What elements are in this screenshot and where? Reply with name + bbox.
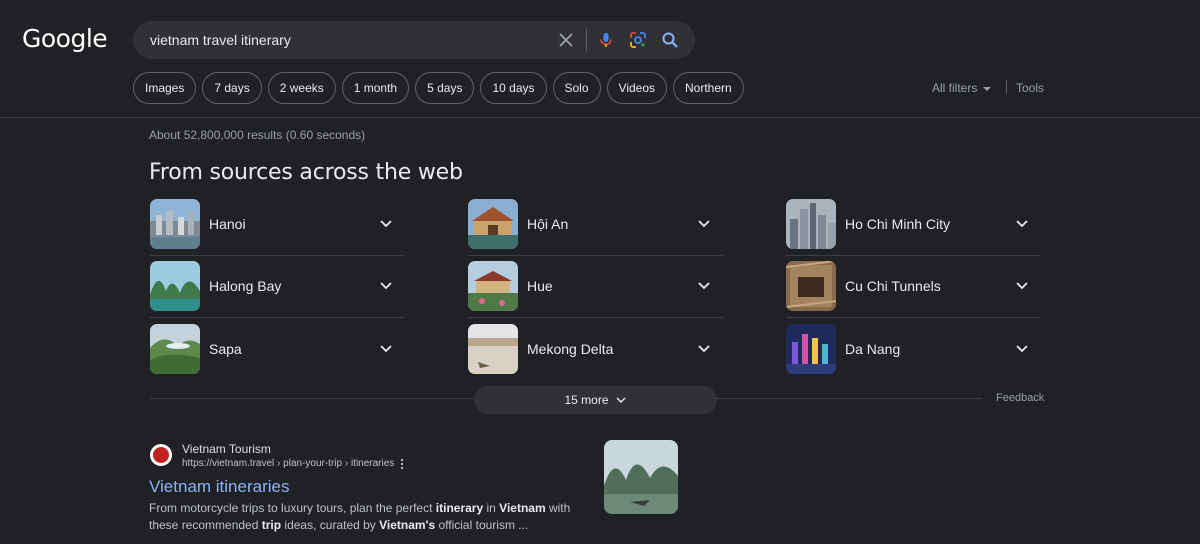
place-name: Cu Chi Tunnels — [845, 278, 941, 294]
place-item-hanoi[interactable]: Hanoi — [150, 199, 405, 257]
site-url[interactable]: https://vietnam.travel › plan-your-trip … — [182, 458, 394, 469]
tools-button[interactable]: Tools — [1016, 81, 1044, 95]
site-name[interactable]: Vietnam Tourism — [182, 442, 271, 456]
caret-down-icon — [983, 86, 992, 91]
chip-7-days[interactable]: 7 days — [202, 72, 262, 104]
row-divider — [150, 255, 405, 256]
chip-northern[interactable]: Northern — [673, 72, 744, 104]
place-item-cu-chi-tunnels[interactable]: Cu Chi Tunnels — [786, 261, 1041, 319]
place-name: Sapa — [209, 341, 242, 357]
place-thumbnail — [150, 261, 200, 311]
place-name: Hanoi — [209, 216, 246, 232]
search-divider — [586, 29, 587, 51]
place-item-hue[interactable]: Hue — [468, 261, 723, 319]
place-thumbnail — [468, 261, 518, 311]
chip-solo[interactable]: Solo — [552, 72, 601, 104]
chevron-down-icon[interactable] — [697, 216, 711, 230]
chevron-down-icon[interactable] — [697, 278, 711, 292]
chevron-down-icon[interactable] — [379, 216, 393, 230]
place-thumbnail — [150, 199, 200, 249]
show-more-label: 15 more — [564, 393, 609, 407]
place-thumbnail — [468, 324, 518, 374]
chevron-down-icon[interactable] — [379, 278, 393, 292]
place-thumbnail — [150, 324, 200, 374]
place-item-da-nang[interactable]: Da Nang — [786, 324, 1041, 382]
search-icon[interactable] — [661, 31, 679, 49]
chip-videos[interactable]: Videos — [606, 72, 668, 104]
show-more-button[interactable]: 15 more — [474, 386, 717, 414]
place-name: Da Nang — [845, 341, 901, 357]
row-divider — [468, 317, 723, 318]
chevron-down-icon — [615, 397, 626, 404]
place-name: Hội An — [527, 216, 569, 232]
chevron-down-icon[interactable] — [1015, 216, 1029, 230]
row-divider — [150, 317, 405, 318]
chevron-down-icon[interactable] — [1015, 341, 1029, 355]
tools-divider — [1006, 80, 1007, 94]
section-title: From sources across the web — [149, 160, 463, 185]
more-divider-right — [717, 398, 982, 399]
feedback-link[interactable]: Feedback — [996, 392, 1044, 404]
microphone-icon[interactable] — [597, 31, 615, 49]
place-item-halong-bay[interactable]: Halong Bay — [150, 261, 405, 319]
all-filters-label: All filters — [932, 81, 978, 95]
place-name: Halong Bay — [209, 278, 282, 294]
clear-icon[interactable] — [557, 31, 575, 49]
chip-2-weeks[interactable]: 2 weeks — [267, 72, 336, 104]
place-thumbnail — [786, 324, 836, 374]
place-thumbnail — [786, 199, 836, 249]
all-filters-button[interactable]: All filters — [932, 81, 992, 95]
result-stats: About 52,800,000 results (0.60 seconds) — [149, 128, 366, 142]
chip-10-days[interactable]: 10 days — [480, 72, 547, 104]
place-name: Ho Chi Minh City — [845, 216, 951, 232]
place-thumbnail — [468, 199, 518, 249]
place-name: Hue — [527, 278, 553, 294]
place-item-mekong-delta[interactable]: Mekong Delta — [468, 324, 723, 382]
place-item-sapa[interactable]: Sapa — [150, 324, 405, 382]
row-divider — [786, 255, 1041, 256]
result-snippet: From motorcycle trips to luxury tours, p… — [149, 501, 571, 532]
chip-images[interactable]: Images — [133, 72, 197, 104]
more-divider-left — [150, 398, 474, 399]
row-divider — [468, 255, 723, 256]
chip-5-days[interactable]: 5 days — [415, 72, 475, 104]
chevron-down-icon[interactable] — [1015, 278, 1029, 292]
lens-icon[interactable] — [629, 31, 647, 49]
chevron-down-icon[interactable] — [697, 341, 711, 355]
chip-1-month[interactable]: 1 month — [341, 72, 410, 104]
site-favicon[interactable] — [150, 444, 172, 466]
result-title-link[interactable]: Vietnam itineraries — [149, 477, 289, 497]
place-item-hoi-an[interactable]: Hội An — [468, 199, 723, 257]
row-divider — [786, 317, 1041, 318]
search-box[interactable]: vietnam travel itinerary — [133, 21, 695, 59]
filter-chips: Images 7 days 2 weeks 1 month 5 days 10 … — [133, 72, 744, 104]
chevron-down-icon[interactable] — [379, 341, 393, 355]
search-input[interactable]: vietnam travel itinerary — [150, 32, 291, 48]
header-divider — [0, 117, 1200, 118]
place-item-ho-chi-minh-city[interactable]: Ho Chi Minh City — [786, 199, 1041, 257]
place-name: Mekong Delta — [527, 341, 614, 357]
more-options-icon[interactable] — [399, 458, 405, 470]
place-thumbnail — [786, 261, 836, 311]
result-thumbnail[interactable] — [604, 440, 678, 514]
google-logo[interactable]: Google — [22, 24, 108, 53]
